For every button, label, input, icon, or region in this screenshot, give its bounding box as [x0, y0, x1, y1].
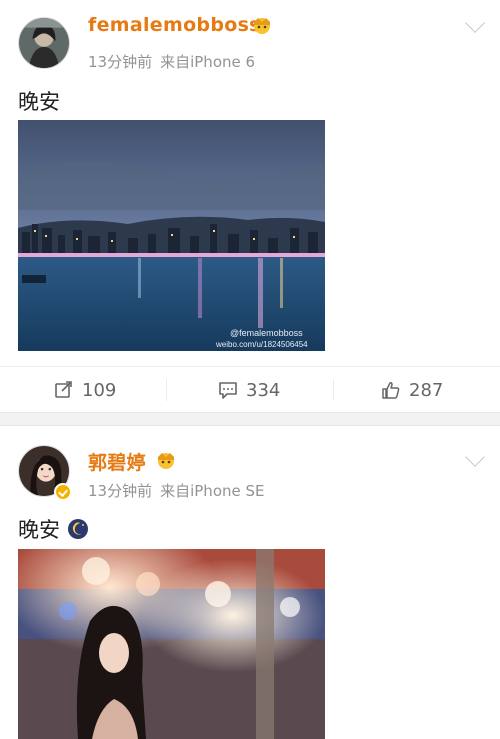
- comment-count: 334: [246, 379, 281, 401]
- crown-emoji-icon: [158, 453, 174, 469]
- post-meta: 13分钟前 来自iPhone SE: [88, 480, 265, 501]
- moon-emoji-icon: [67, 519, 88, 539]
- post-separator: [0, 412, 500, 426]
- like-count: 287: [409, 379, 444, 401]
- chevron-down-icon[interactable]: [465, 447, 485, 467]
- post-meta: 13分钟前 来自iPhone 6: [88, 51, 255, 72]
- username[interactable]: 郭碧婷: [88, 448, 146, 475]
- post-source: 来自iPhone 6: [160, 53, 256, 71]
- avatar[interactable]: [18, 17, 70, 69]
- crown-emoji-icon: [254, 18, 270, 34]
- weibo-post: femalemobboss 13分钟前 来自iPhone 6 晚安 @femal…: [0, 0, 500, 412]
- repost-count: 109: [82, 379, 117, 401]
- post-text: 晚安: [18, 90, 60, 114]
- divider: [333, 379, 334, 401]
- weibo-post: 郭碧婷 13分钟前 来自iPhone SE 晚安: [0, 426, 500, 739]
- post-time: 13分钟前: [88, 482, 153, 500]
- post-text-label: 晚安: [18, 518, 60, 542]
- like-icon: [382, 382, 400, 399]
- comment-icon: [219, 382, 237, 399]
- divider: [166, 379, 167, 401]
- comment-button[interactable]: 334: [218, 367, 280, 413]
- repost-button[interactable]: 109: [54, 367, 116, 413]
- username[interactable]: femalemobboss: [88, 14, 261, 36]
- watermark-url: weibo.com/u/1824506454: [215, 340, 308, 349]
- verified-badge-icon: [54, 483, 72, 501]
- watermark-handle: @femalemobboss: [230, 328, 303, 338]
- chevron-down-icon[interactable]: [465, 13, 485, 33]
- repost-icon: [55, 381, 72, 398]
- action-bar: 109 334 287: [0, 366, 500, 412]
- post-image[interactable]: [18, 549, 325, 739]
- post-text: 晚安: [18, 514, 89, 544]
- post-image[interactable]: @femalemobboss weibo.com/u/1824506454: [18, 120, 325, 351]
- like-button[interactable]: 287: [381, 367, 443, 413]
- post-time: 13分钟前: [88, 53, 153, 71]
- post-source: 来自iPhone SE: [160, 482, 265, 500]
